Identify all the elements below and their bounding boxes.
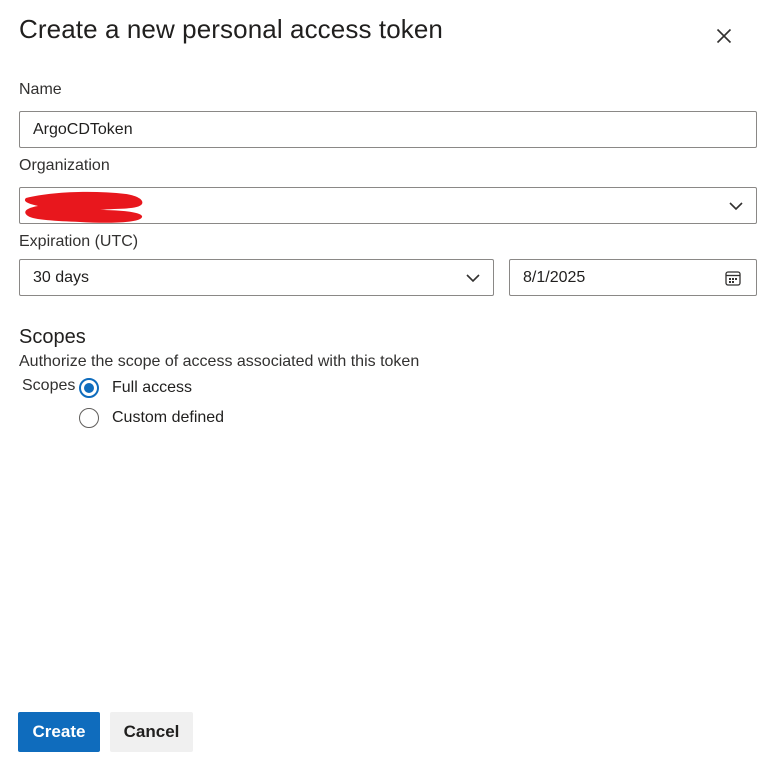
scopes-section-title: Scopes [19,326,86,348]
expiration-duration-dropdown[interactable]: 30 days [19,259,494,296]
chevron-down-icon [466,273,480,282]
close-button[interactable] [712,24,736,48]
organization-label: Organization [19,157,110,174]
radio-button-checked[interactable] [79,378,99,398]
radio-label-custom-defined: Custom defined [112,409,225,426]
scopes-description: Authorize the scope of access associated… [19,353,420,370]
cancel-button[interactable]: Cancel [110,712,193,752]
close-icon [716,28,732,44]
chevron-down-icon [729,201,743,210]
name-value: ArgoCDToken [33,120,133,138]
expiration-date-value: 8/1/2025 [523,268,586,286]
radio-button-unchecked[interactable] [79,408,99,428]
name-label: Name [19,81,62,98]
expiration-label: Expiration (UTC) [19,233,139,250]
redaction-mark [24,191,143,223]
dialog-title: Create a new personal access token [19,14,443,44]
scopes-label: Scopes [22,377,76,394]
radio-custom-defined[interactable]: Custom defined [79,408,224,428]
create-token-dialog: Create a new personal access token Name … [0,0,768,766]
expiration-duration-value: 30 days [33,268,90,286]
radio-label-full-access: Full access [112,379,193,396]
create-button[interactable]: Create [18,712,100,752]
name-input[interactable]: ArgoCDToken [19,111,757,148]
radio-full-access[interactable]: Full access [79,378,192,398]
calendar-icon[interactable] [725,270,741,286]
expiration-date-picker[interactable]: 8/1/2025 [509,259,757,296]
